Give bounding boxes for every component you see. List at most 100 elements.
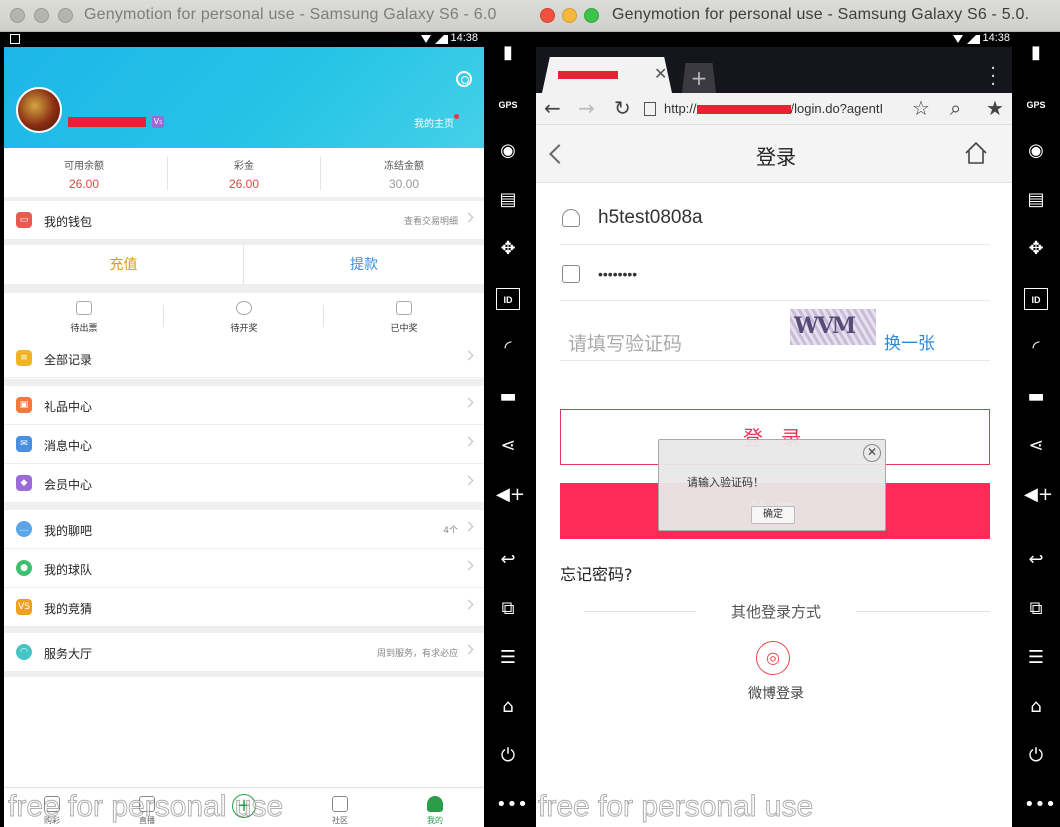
page-info-icon[interactable] <box>644 102 656 116</box>
gift-center-row[interactable]: ▣ 礼品中心 <box>4 386 484 425</box>
more-icon[interactable]: ••• <box>496 794 528 816</box>
move-icon[interactable]: ✥ <box>496 238 520 260</box>
service-hall-row[interactable]: ◠ 服务大厅 周到服务，有求必应 <box>4 633 484 672</box>
webcam-icon[interactable]: ◉ <box>1024 140 1048 162</box>
recent-apps-icon[interactable]: ⧉ <box>496 598 520 620</box>
wallet-label: 我的钱包 <box>44 215 93 229</box>
gift-icon: ▣ <box>16 397 32 413</box>
pending-draw-tab[interactable]: 待开奖 <box>164 293 324 339</box>
share-icon[interactable]: ⋖ <box>1024 435 1048 457</box>
volume-up-icon[interactable]: ◀+ <box>1024 484 1053 506</box>
pending-ticket-tab[interactable]: 待出票 <box>4 293 164 339</box>
my-chat-row[interactable]: … 我的聊吧 4个 <box>4 510 484 549</box>
clapper-icon[interactable]: ▤ <box>1024 189 1048 211</box>
close-window-button[interactable] <box>540 8 555 23</box>
settings-icon[interactable] <box>456 71 472 87</box>
search-icon[interactable]: ⌕ <box>950 97 961 119</box>
refresh-captcha-link[interactable]: 换一张 <box>884 329 935 354</box>
clapper-icon[interactable]: ▤ <box>496 189 520 211</box>
home-icon[interactable] <box>964 141 988 165</box>
my-team-row[interactable]: ● 我的球队 <box>4 549 484 588</box>
menu-icon[interactable]: ☰ <box>1024 647 1048 669</box>
forward-arrow-icon[interactable]: → <box>578 97 595 119</box>
home-icon[interactable]: ⌂ <box>1024 696 1048 718</box>
more-icon[interactable]: ••• <box>1024 794 1056 816</box>
browser-menu-icon[interactable]: · · · <box>990 60 996 94</box>
chat-icon[interactable]: ▬ <box>496 386 520 408</box>
member-center-row[interactable]: ◆ 会员中心 <box>4 464 484 503</box>
my-guess-row[interactable]: VS 我的竞猜 <box>4 588 484 627</box>
username-value: h5test0808a <box>598 207 703 228</box>
browser-tab[interactable]: ✕ <box>542 57 672 93</box>
left-titlebar: Genymotion for personal use - Samsung Ga… <box>0 0 532 32</box>
id-icon[interactable]: ID <box>1024 288 1048 310</box>
captcha-image[interactable]: WVM <box>790 309 876 345</box>
action-buttons: 充值 提款 <box>4 245 484 285</box>
volume-up-icon[interactable]: ◀+ <box>496 484 525 506</box>
chevron-right-icon <box>463 599 474 610</box>
close-tab-icon[interactable]: ✕ <box>654 64 667 83</box>
back-icon[interactable]: ↩ <box>1024 549 1048 571</box>
nav-buy-lottery[interactable]: 购彩 <box>22 790 82 826</box>
url-bar[interactable]: http:// /login.do?agentI <box>664 97 906 121</box>
nav-mine[interactable]: 我的 <box>405 790 465 826</box>
balance-frozen: 冻结金额 30.00 <box>324 148 484 198</box>
new-tab-button[interactable]: + <box>682 63 716 93</box>
maximize-window-button[interactable] <box>584 8 599 23</box>
weibo-icon[interactable]: ◎ <box>756 641 790 675</box>
gps-icon[interactable]: GPS <box>496 94 520 116</box>
recent-apps-icon[interactable]: ⧉ <box>1024 598 1048 620</box>
chat-icon[interactable]: ▬ <box>1024 386 1048 408</box>
battery-icon[interactable]: ▮ <box>1024 42 1048 64</box>
row-label: 会员中心 <box>44 478 93 492</box>
chevron-right-icon <box>463 350 474 361</box>
move-icon[interactable]: ✥ <box>1024 238 1048 260</box>
captcha-field[interactable]: 请填写验证码 WVM 换一张 <box>560 309 990 361</box>
ticket-icon <box>76 301 92 315</box>
rss-icon[interactable]: ◜ <box>1024 337 1048 359</box>
star-icon[interactable]: ☆ <box>912 97 930 119</box>
id-icon[interactable]: ID <box>496 288 520 310</box>
window-title: Genymotion for personal use - Samsung Ga… <box>84 6 497 23</box>
menu-icon[interactable]: ☰ <box>496 647 520 669</box>
reload-icon[interactable]: ↻ <box>614 97 631 119</box>
webcam-icon[interactable]: ◉ <box>496 140 520 162</box>
share-icon[interactable]: ⋖ <box>496 435 520 457</box>
nav-live[interactable]: 直播 <box>117 790 177 826</box>
battery-status-icon <box>444 35 448 44</box>
my-home-link[interactable]: 我的主页 <box>414 115 454 130</box>
close-window-button[interactable] <box>10 8 25 23</box>
add-button[interactable]: + <box>232 794 256 818</box>
versus-icon: VS <box>16 599 32 615</box>
wallet-row[interactable]: ▭ 我的钱包 查看交易明细 <box>4 201 484 240</box>
weibo-login-label[interactable]: 微博登录 <box>536 683 1016 703</box>
avatar[interactable] <box>16 87 62 133</box>
recharge-button[interactable]: 充值 <box>4 245 243 285</box>
all-records-row[interactable]: ≡ 全部记录 <box>4 339 484 378</box>
won-tab[interactable]: 已中奖 <box>324 293 484 339</box>
password-value: •••••••• <box>598 266 638 282</box>
message-center-row[interactable]: ✉ 消息中心 <box>4 425 484 464</box>
back-arrow-icon[interactable]: ← <box>544 97 561 119</box>
minimize-window-button[interactable] <box>562 8 577 23</box>
bookmark-icon[interactable]: ★ <box>986 97 1004 119</box>
status-time: 14:38 <box>982 32 1010 44</box>
close-dialog-icon[interactable]: ✕ <box>863 444 881 462</box>
nav-community[interactable]: 社区 <box>310 790 370 826</box>
withdraw-button[interactable]: 提款 <box>244 245 484 285</box>
status-time: 14:38 <box>450 32 478 44</box>
rss-icon[interactable]: ◜ <box>496 337 520 359</box>
password-field[interactable]: •••••••• <box>560 249 990 301</box>
power-icon[interactable]: ⏻ <box>1024 745 1048 767</box>
battery-icon[interactable]: ▮ <box>496 42 520 64</box>
minimize-window-button[interactable] <box>34 8 49 23</box>
username-field[interactable]: h5test0808a <box>560 193 990 245</box>
power-icon[interactable]: ⏻ <box>496 745 520 767</box>
records-icon: ≡ <box>16 350 32 366</box>
home-icon[interactable]: ⌂ <box>496 696 520 718</box>
back-icon[interactable]: ↩ <box>496 549 520 571</box>
dialog-ok-button[interactable]: 确定 <box>751 506 795 524</box>
gps-icon[interactable]: GPS <box>1024 94 1048 116</box>
maximize-window-button[interactable] <box>58 8 73 23</box>
forgot-password-link[interactable]: 忘记密码? <box>560 561 633 585</box>
